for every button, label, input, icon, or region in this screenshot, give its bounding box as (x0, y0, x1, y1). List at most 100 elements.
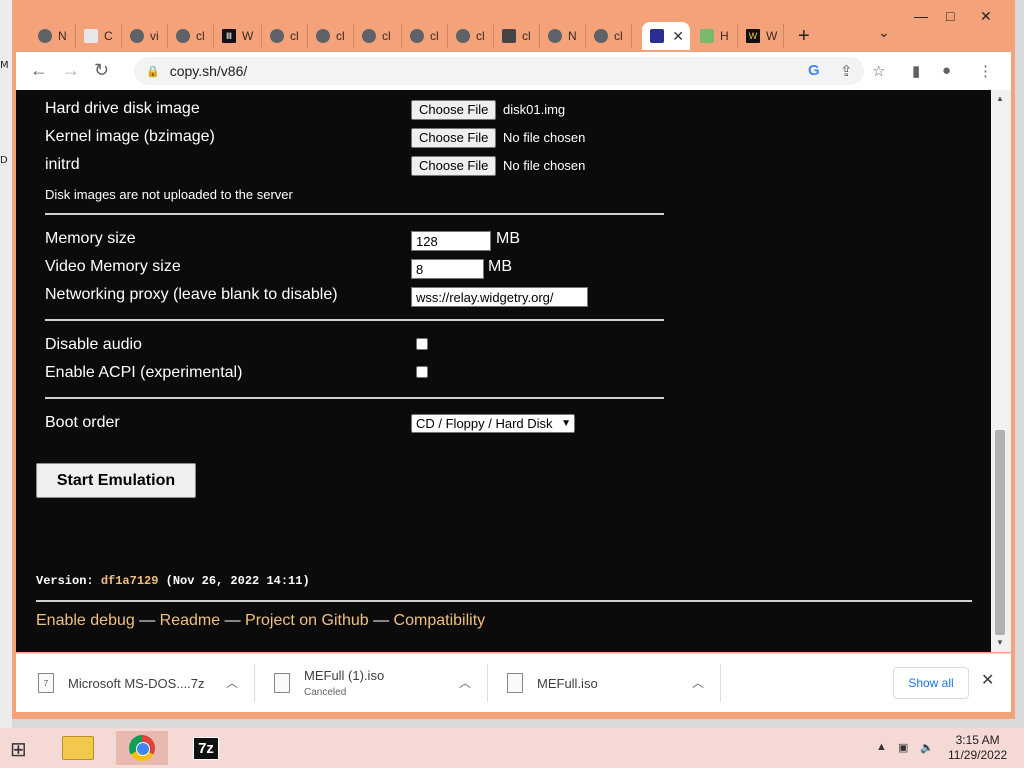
tab[interactable]: cl (494, 24, 540, 48)
clock[interactable]: 3:15 AM 11/29/2022 (948, 733, 1007, 763)
proxy-label: Networking proxy (leave blank to disable… (45, 286, 338, 303)
new-tab-button[interactable]: + (798, 25, 810, 48)
download-item[interactable]: 7 Microsoft MS-DOS....7z (38, 654, 205, 712)
chevron-up-icon[interactable]: ︿ (459, 674, 471, 691)
download-item[interactable]: MEFull (1).iso Canceled (274, 654, 384, 712)
kernel-choose-file-button[interactable]: Choose File (411, 128, 497, 148)
document-icon (84, 29, 98, 43)
invader-icon (650, 29, 664, 43)
chevron-up-icon[interactable]: ︿ (692, 674, 704, 691)
desktop-edge: M D (0, 0, 12, 728)
footer-links: Enable debug — Readme — Project on Githu… (36, 612, 485, 630)
file-explorer-icon[interactable] (52, 731, 104, 765)
initrd-file-status: No file chosen (503, 158, 586, 173)
download-status: Canceled (304, 687, 347, 698)
disable-audio-checkbox[interactable] (416, 338, 428, 350)
page-content: Hard drive disk image Choose File disk01… (16, 90, 991, 652)
show-all-button[interactable]: Show all (893, 667, 969, 699)
tab[interactable]: vi (122, 24, 168, 48)
chrome-icon (362, 29, 376, 43)
tab-active[interactable]: ✕ (642, 22, 690, 50)
browser-window: N C vi cl ⅢW cl cl cl cl cl cl N cl ✕ H … (12, 0, 1015, 719)
footer-divider (36, 600, 972, 602)
tab[interactable]: H (692, 24, 738, 48)
separator: — (134, 612, 160, 629)
initrd-choose-file-button[interactable]: Choose File (411, 156, 497, 176)
maximize-button[interactable]: □ (946, 8, 954, 24)
tab[interactable]: cl (354, 24, 402, 48)
menu-icon[interactable]: ⋮ (978, 62, 993, 80)
download-name: MEFull (1).iso (304, 668, 385, 683)
minimize-button[interactable]: — (914, 8, 928, 24)
github-link[interactable]: Project on Github (245, 612, 369, 629)
back-button[interactable]: ← (30, 60, 48, 81)
enable-acpi-label: Enable ACPI (experimental) (45, 364, 243, 381)
download-name: Microsoft MS-DOS....7z (68, 675, 205, 691)
enable-debug-link[interactable]: Enable debug (36, 612, 135, 629)
memory-unit: MB (496, 230, 520, 247)
tab[interactable]: N (30, 24, 76, 48)
boot-order-label: Boot order (45, 414, 120, 431)
scroll-thumb[interactable] (995, 430, 1005, 635)
close-window-button[interactable]: ✕ (980, 8, 992, 25)
google-icon[interactable]: G (808, 62, 820, 79)
memory-input[interactable] (411, 231, 491, 251)
share-icon[interactable]: ⇪ (840, 62, 853, 80)
vram-input[interactable] (411, 259, 484, 279)
browser-toolbar: ← → ↻ 🔒 copy.sh/v86/ G ⇪ ☆ ▮ ● ⋮ (16, 52, 1011, 90)
tab[interactable]: N (540, 24, 586, 48)
chrome-icon (130, 29, 144, 43)
date: 11/29/2022 (948, 748, 1008, 762)
separator: — (220, 612, 246, 629)
compatibility-link[interactable]: Compatibility (394, 612, 486, 629)
archive-file-icon: 7 (38, 673, 54, 693)
tab[interactable]: cl (308, 24, 354, 48)
network-icon[interactable]: ▣ (898, 741, 908, 754)
tray-chevron-icon[interactable]: ▲ (876, 741, 887, 753)
reload-button[interactable]: ↻ (94, 60, 109, 81)
version-hash-link[interactable]: df1a7129 (101, 574, 159, 588)
bank-icon: Ⅲ (222, 29, 236, 43)
page-scrollbar[interactable]: ▲ ▼ (991, 90, 1011, 652)
chrome-icon (548, 29, 562, 43)
tab[interactable]: WW (738, 24, 784, 48)
tab[interactable]: cl (402, 24, 448, 48)
tab[interactable]: cl (262, 24, 308, 48)
scroll-up-icon[interactable]: ▲ (996, 94, 1004, 103)
version-text: Version: df1a7129 (Nov 26, 2022 14:11) (36, 574, 310, 588)
7zip-icon[interactable]: 7z (180, 731, 232, 765)
chrome-icon[interactable] (116, 731, 168, 765)
scroll-down-icon[interactable]: ▼ (996, 638, 1004, 647)
globe-icon (176, 29, 190, 43)
tab-search-icon[interactable]: ⌄ (878, 24, 890, 41)
close-download-bar-icon[interactable]: ✕ (981, 670, 994, 690)
star-icon[interactable]: ☆ (872, 62, 885, 80)
tab[interactable]: cl (168, 24, 214, 48)
disable-audio-label: Disable audio (45, 336, 142, 353)
image-icon (700, 29, 714, 43)
hdd-choose-file-button[interactable]: Choose File (411, 100, 497, 120)
chevron-up-icon[interactable]: ︿ (226, 674, 238, 691)
download-item[interactable]: MEFull.iso (507, 654, 598, 712)
proxy-input[interactable] (411, 287, 588, 307)
tab[interactable]: C (76, 24, 122, 48)
tab[interactable]: cl (586, 24, 632, 48)
windows-start-icon[interactable]: ⊞ (10, 737, 27, 762)
start-emulation-button[interactable]: Start Emulation (36, 463, 196, 498)
address-bar[interactable]: 🔒 copy.sh/v86/ (134, 57, 864, 85)
readme-link[interactable]: Readme (160, 612, 220, 629)
enable-acpi-checkbox[interactable] (416, 366, 428, 378)
chrome-icon (38, 29, 52, 43)
sidepanel-icon[interactable]: ▮ (912, 62, 920, 80)
profile-icon[interactable]: ● (942, 62, 951, 79)
kernel-label: Kernel image (bzimage) (45, 128, 215, 145)
volume-icon[interactable]: 🔈 (920, 741, 934, 754)
forward-button[interactable]: → (62, 60, 80, 81)
tab[interactable]: ⅢW (214, 24, 262, 48)
download-bar: 7 Microsoft MS-DOS....7z ︿ MEFull (1).is… (16, 653, 1011, 712)
divider (45, 397, 664, 399)
divider (45, 213, 664, 215)
boot-order-select[interactable]: CD / Floppy / Hard Disk ▼ (411, 414, 575, 433)
tab[interactable]: cl (448, 24, 494, 48)
close-tab-icon[interactable]: ✕ (672, 28, 684, 45)
